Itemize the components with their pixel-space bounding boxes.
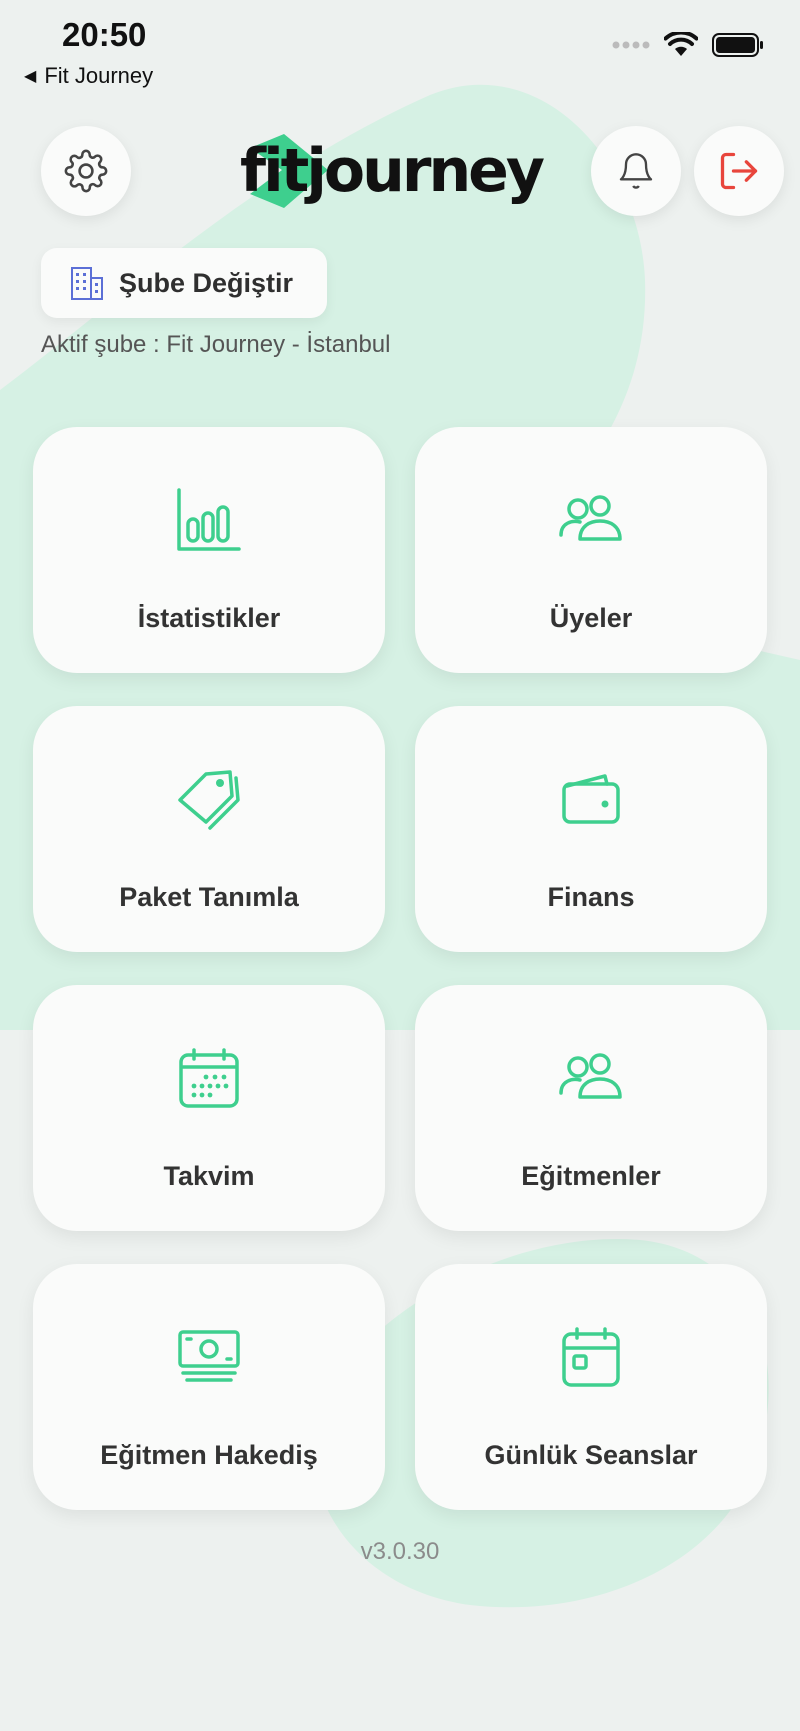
calendar-icon [179,1048,239,1108]
app-version: v3.0.30 [360,1538,440,1565]
battery-icon [712,33,763,57]
bell-icon [619,153,653,189]
users-icon [559,1053,622,1099]
building-icon [71,267,103,300]
daily-sessions-card[interactable]: Günlük Seanslar [415,1264,767,1510]
back-app-label: Fit Journey [44,63,154,88]
logout-icon [720,152,758,190]
trainers-card[interactable]: Eğitmenler [415,985,767,1231]
tag-icon [178,770,240,830]
members-label: Üyeler [549,603,633,633]
calendar-label: Takvim [163,1161,255,1191]
finance-card[interactable]: Finans [415,706,767,952]
app-logo: fitjourney [240,126,545,216]
change-branch-button[interactable]: Şube Değiştir [41,248,327,318]
back-to-app-link[interactable]: ◀ Fit Journey [24,63,153,89]
cellular-signal-icon [612,41,650,49]
members-card[interactable]: Üyeler [415,427,767,673]
status-time: 20:50 [62,16,147,53]
trainer-earnings-card[interactable]: Eğitmen Hakediş [33,1264,385,1510]
daily-sessions-label: Günlük Seanslar [484,1440,698,1470]
wifi-icon [664,32,698,56]
calendar-day-icon [562,1327,620,1387]
statistics-label: İstatistikler [137,603,281,633]
bar-chart-icon [177,488,241,551]
define-package-label: Paket Tanımla [119,882,299,912]
status-icons [612,32,764,58]
calendar-card[interactable]: Takvim [33,985,385,1231]
finance-label: Finans [547,882,635,912]
statistics-card[interactable]: İstatistikler [33,427,385,673]
define-package-card[interactable]: Paket Tanımla [33,706,385,952]
trainers-label: Eğitmenler [521,1161,661,1191]
settings-button[interactable] [41,126,131,216]
users-icon [559,495,622,541]
back-triangle-icon: ◀ [24,68,37,85]
menu-grid: İstatistikler Üyeler Paket Tanımla Finan… [33,427,767,1510]
cash-icon [178,1330,240,1382]
logo-text: fitjourney [240,136,545,206]
active-branch-text: Aktif şube : Fit Journey - İstanbul [41,331,391,358]
notifications-button[interactable] [591,126,681,216]
logout-button[interactable] [694,126,784,216]
wallet-icon [562,774,620,824]
change-branch-label: Şube Değiştir [119,267,294,298]
gear-icon [64,149,108,193]
trainer-earnings-label: Eğitmen Hakediş [100,1440,318,1470]
home-screen: 20:50 ◀ Fit Journey fitjourney Şube Deği… [0,0,800,1731]
